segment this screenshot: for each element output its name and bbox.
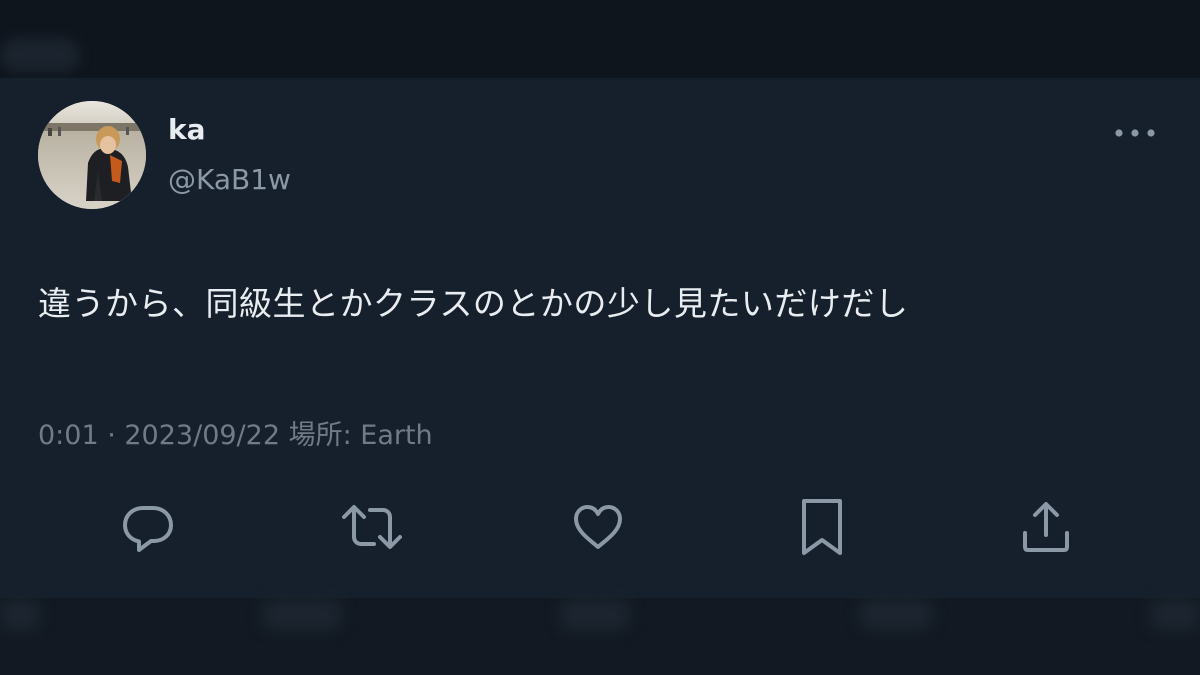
reply-icon: [123, 506, 173, 552]
retweet-icon: [342, 505, 402, 549]
next-item-edge: [0, 598, 1200, 675]
reply-button[interactable]: [116, 495, 180, 559]
profile-photo: [38, 101, 146, 209]
avatar[interactable]: [38, 101, 146, 209]
user-handle[interactable]: @KaB1w: [168, 163, 291, 197]
bookmark-icon: [802, 499, 842, 555]
blurred-next-content: [860, 600, 932, 630]
display-name[interactable]: ka: [168, 113, 206, 147]
like-icon: [574, 505, 622, 549]
blurred-next-content: [0, 600, 40, 630]
share-icon: [1023, 502, 1069, 552]
blurred-next-content: [560, 600, 630, 630]
more-horizontal-icon[interactable]: [1110, 120, 1160, 146]
tweet-text: 違うから、同級生とかクラスのとかの少し見たいだけだし: [38, 284, 909, 323]
retweet-button[interactable]: [340, 495, 404, 559]
blurred-previous-content: [0, 38, 80, 72]
tweet-timestamp-location[interactable]: 0:01 · 2023/09/22 場所: Earth: [38, 418, 433, 454]
bookmark-button[interactable]: [790, 495, 854, 559]
blurred-next-content: [1150, 600, 1200, 630]
like-button[interactable]: [566, 495, 630, 559]
previous-item-edge: [0, 0, 1200, 78]
share-button[interactable]: [1014, 495, 1078, 559]
blurred-next-content: [262, 600, 342, 630]
